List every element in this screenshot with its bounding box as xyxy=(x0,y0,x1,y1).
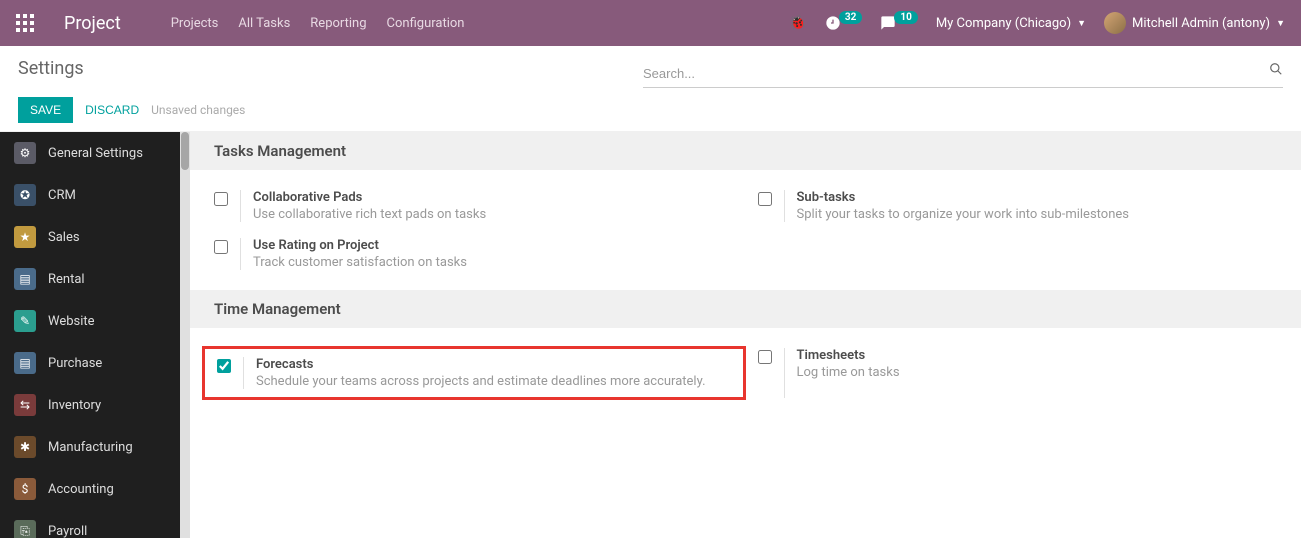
company-switcher[interactable]: My Company (Chicago) ▼ xyxy=(936,16,1086,31)
setting-collaborative-pads: Collaborative Pads Use collaborative rich… xyxy=(202,182,746,230)
user-name: Mitchell Admin (antony) xyxy=(1132,16,1270,31)
setting-checkbox[interactable] xyxy=(758,192,772,206)
setting-title: Collaborative Pads xyxy=(253,190,734,205)
chevron-down-icon: ▼ xyxy=(1077,18,1086,29)
scrollbar[interactable] xyxy=(180,132,190,538)
module-icon: ▤ xyxy=(14,268,36,290)
setting-sub-tasks: Sub-tasks Split your tasks to organize yo… xyxy=(746,182,1290,230)
setting-forecasts: Forecasts Schedule your teams across proj… xyxy=(202,346,746,400)
setting-description: Track customer satisfaction on tasks xyxy=(253,255,734,270)
sidebar-item-label: Sales xyxy=(48,230,80,245)
nav-reporting[interactable]: Reporting xyxy=(310,16,366,31)
sidebar-item-rental[interactable]: ▤ Rental xyxy=(0,258,180,300)
module-icon: ⇆ xyxy=(14,394,36,416)
unsaved-changes-label: Unsaved changes xyxy=(151,103,245,117)
setting-title: Timesheets xyxy=(797,348,1278,363)
section-header: Tasks Management xyxy=(190,132,1301,170)
setting-title: Use Rating on Project xyxy=(253,238,734,253)
setting-checkbox[interactable] xyxy=(217,359,231,373)
apps-icon[interactable] xyxy=(16,14,34,32)
module-icon: ✎ xyxy=(14,310,36,332)
sidebar-item-label: Payroll xyxy=(48,524,87,539)
nav-links: Projects All Tasks Reporting Configurati… xyxy=(171,16,465,31)
debug-icon[interactable]: 🐞 xyxy=(789,15,806,31)
setting-checkbox[interactable] xyxy=(758,350,772,364)
nav-projects[interactable]: Projects xyxy=(171,16,219,31)
nav-configuration[interactable]: Configuration xyxy=(387,16,465,31)
messages-badge: 10 xyxy=(894,11,917,24)
sidebar-item-crm[interactable]: ✪ CRM xyxy=(0,174,180,216)
sidebar-item-purchase[interactable]: ▤ Purchase xyxy=(0,342,180,384)
sidebar-item-label: Accounting xyxy=(48,482,114,497)
module-icon: $ xyxy=(14,478,36,500)
module-icon: ★ xyxy=(14,226,36,248)
control-panel: Settings SAVE DISCARD Unsaved changes xyxy=(0,46,1301,132)
search-input[interactable] xyxy=(643,60,1283,88)
setting-title: Forecasts xyxy=(256,357,731,372)
setting-description: Split your tasks to organize your work i… xyxy=(797,207,1278,222)
activity-badge: 32 xyxy=(839,11,862,24)
sidebar-item-sales[interactable]: ★ Sales xyxy=(0,216,180,258)
sidebar-item-manufacturing[interactable]: ✱ Manufacturing xyxy=(0,426,180,468)
sidebar-item-label: General Settings xyxy=(48,146,143,161)
discard-button[interactable]: DISCARD xyxy=(85,103,139,117)
sidebar-item-website[interactable]: ✎ Website xyxy=(0,300,180,342)
top-navbar: Project Projects All Tasks Reporting Con… xyxy=(0,0,1301,46)
app-brand: Project xyxy=(64,13,121,34)
nav-all-tasks[interactable]: All Tasks xyxy=(238,16,290,31)
activity-indicator[interactable]: 32 xyxy=(825,15,862,31)
sidebar-item-label: Manufacturing xyxy=(48,440,133,455)
setting-timesheets: Timesheets Log time on tasks xyxy=(746,340,1290,406)
sidebar-item-label: CRM xyxy=(48,188,76,203)
sidebar-item-label: Website xyxy=(48,314,95,329)
module-icon: ⚙ xyxy=(14,142,36,164)
sidebar-item-label: Rental xyxy=(48,272,85,287)
module-icon: ⎘ xyxy=(14,520,36,538)
setting-description: Schedule your teams across projects and … xyxy=(256,374,731,389)
save-button[interactable]: SAVE xyxy=(18,97,73,123)
section-header: Time Management xyxy=(190,290,1301,328)
sidebar-item-label: Purchase xyxy=(48,356,102,371)
sidebar-item-inventory[interactable]: ⇆ Inventory xyxy=(0,384,180,426)
setting-title: Sub-tasks xyxy=(797,190,1278,205)
setting-description: Log time on tasks xyxy=(797,365,1278,380)
sidebar-item-accounting[interactable]: $ Accounting xyxy=(0,468,180,510)
settings-sidebar: ⚙ General Settings ✪ CRM ★ Sales ▤ Rental ✎ Websi… xyxy=(0,132,180,538)
page-title: Settings xyxy=(18,58,245,79)
module-icon: ▤ xyxy=(14,352,36,374)
setting-checkbox[interactable] xyxy=(214,240,228,254)
avatar xyxy=(1104,12,1126,34)
module-icon: ✪ xyxy=(14,184,36,206)
chevron-down-icon: ▼ xyxy=(1276,18,1285,29)
setting-use-rating-on-project: Use Rating on Project Track customer sati… xyxy=(202,230,746,278)
module-icon: ✱ xyxy=(14,436,36,458)
user-menu[interactable]: Mitchell Admin (antony) ▼ xyxy=(1104,12,1285,34)
search-icon[interactable] xyxy=(1269,62,1283,79)
sidebar-item-payroll[interactable]: ⎘ Payroll xyxy=(0,510,180,538)
setting-checkbox[interactable] xyxy=(214,192,228,206)
sidebar-item-general-settings[interactable]: ⚙ General Settings xyxy=(0,132,180,174)
company-name: My Company (Chicago) xyxy=(936,16,1071,31)
settings-content: Tasks Management Collaborative Pads Use co… xyxy=(190,132,1301,538)
messages-indicator[interactable]: 10 xyxy=(880,15,917,31)
sidebar-item-label: Inventory xyxy=(48,398,101,413)
setting-description: Use collaborative rich text pads on task… xyxy=(253,207,734,222)
